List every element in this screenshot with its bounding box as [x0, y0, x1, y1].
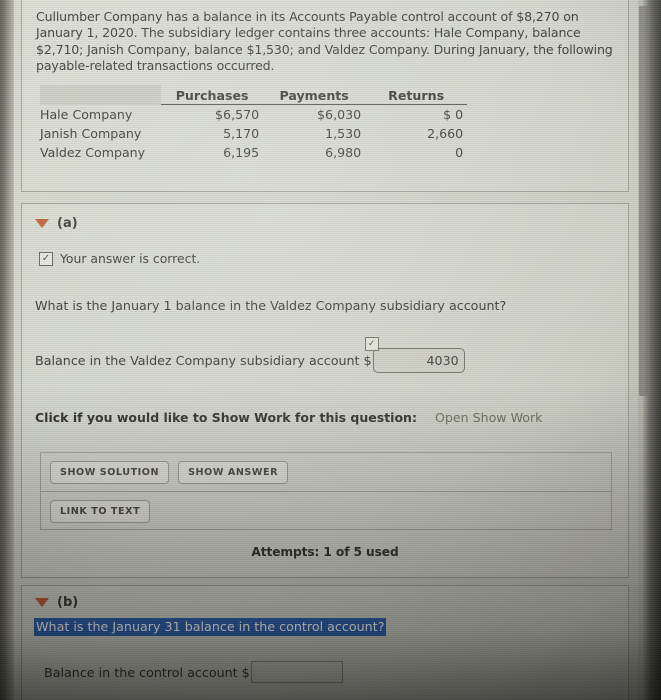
currency-symbol: $ [241, 664, 250, 680]
row-account-name: Janish Company [40, 126, 142, 141]
section-a-label: (a) [57, 216, 78, 231]
row-returns: 2,660 [427, 126, 464, 141]
show-solution-button[interactable]: SHOW SOLUTION [50, 460, 170, 484]
show-answer-button[interactable]: SHOW ANSWER [178, 460, 289, 484]
browser-page: Cullumber Company has a balance in its A… [14, 0, 649, 700]
triangle-down-icon[interactable] [35, 219, 49, 228]
row-purchases: 6,195 [223, 145, 260, 160]
answer-status: ✓ Your answer is correct. [39, 251, 200, 266]
section-b-panel: (b) What is the January 31 balance in th… [21, 585, 629, 700]
button-row-primary: SHOW SOLUTION SHOW ANSWER [41, 453, 611, 492]
answer-correct-badge-icon: ✓ [364, 337, 379, 351]
currency-symbol: $ [363, 353, 372, 368]
row-payments: $6,030 [317, 107, 362, 122]
answer-b-input[interactable] [250, 661, 343, 683]
table-header-row: Purchases Payments Returns [40, 85, 468, 105]
triangle-down-icon[interactable] [35, 598, 49, 607]
answer-status-text: Your answer is correct. [60, 251, 201, 266]
open-show-work-link[interactable]: Open Show Work [435, 410, 543, 425]
answer-a-input[interactable] [372, 348, 465, 373]
checkmark-icon: ✓ [39, 251, 53, 266]
row-account-name: Hale Company [40, 106, 133, 122]
problem-statement-panel: Cullumber Company has a balance in its A… [21, 0, 629, 192]
row-purchases: $6,570 [215, 107, 260, 122]
attempts-counter: Attempts: 1 of 5 used [251, 545, 399, 559]
answer-row-a: Balance in the Valdez Company subsidiary… [35, 337, 465, 373]
section-b-label: (b) [57, 595, 79, 610]
section-a-panel: (a) ✓ Your answer is correct. What is th… [21, 203, 629, 578]
table-header-returns: Returns [365, 85, 468, 105]
row-returns: 0 [455, 145, 464, 160]
section-a-header[interactable]: (a) [35, 216, 78, 231]
row-purchases: 5,170 [223, 126, 260, 141]
answer-a-label: Balance in the Valdez Company subsidiary… [35, 353, 360, 368]
table-row: Valdez Company 6,195 6,980 0 [40, 143, 467, 162]
table-header-payments: Payments [263, 85, 366, 105]
answer-a-input-wrap: ✓ [364, 337, 465, 373]
row-payments: 6,980 [325, 145, 362, 160]
table-row: Hale Company $6,570 $6,030 $ 0 [40, 105, 467, 125]
show-work-row: Click if you would like to Show Work for… [35, 410, 542, 425]
row-returns: $ 0 [443, 107, 464, 122]
table-row: Janish Company 5,170 1,530 2,660 [40, 124, 467, 143]
question-a-text: What is the January 1 balance in the Val… [35, 298, 507, 313]
page-scrollbar-thumb[interactable] [639, 6, 648, 396]
transactions-table: Purchases Payments Returns Hale Company … [40, 85, 468, 162]
show-work-label: Click if you would like to Show Work for… [35, 410, 417, 425]
table-header-blank [40, 85, 162, 105]
button-row-secondary: LINK TO TEXT [41, 492, 611, 531]
answer-b-label: Balance in the control account [44, 664, 238, 680]
link-to-text-button[interactable]: LINK TO TEXT [50, 500, 151, 523]
row-payments: 1,530 [325, 126, 362, 141]
section-b-header[interactable]: (b) [35, 595, 78, 610]
screen-photo: Cullumber Company has a balance in its A… [0, 0, 661, 700]
question-b-text: What is the January 31 balance in the co… [34, 618, 387, 636]
row-account-name: Valdez Company [40, 145, 146, 160]
table-header-purchases: Purchases [161, 85, 264, 105]
action-buttons-box: SHOW SOLUTION SHOW ANSWER LINK TO TEXT [40, 452, 612, 530]
answer-row-b: Balance in the control account $ [44, 661, 343, 683]
page-scrollbar-track[interactable] [638, 0, 649, 700]
monitor-bezel-left [0, 0, 14, 700]
problem-statement-text: Cullumber Company has a balance in its A… [36, 9, 613, 74]
